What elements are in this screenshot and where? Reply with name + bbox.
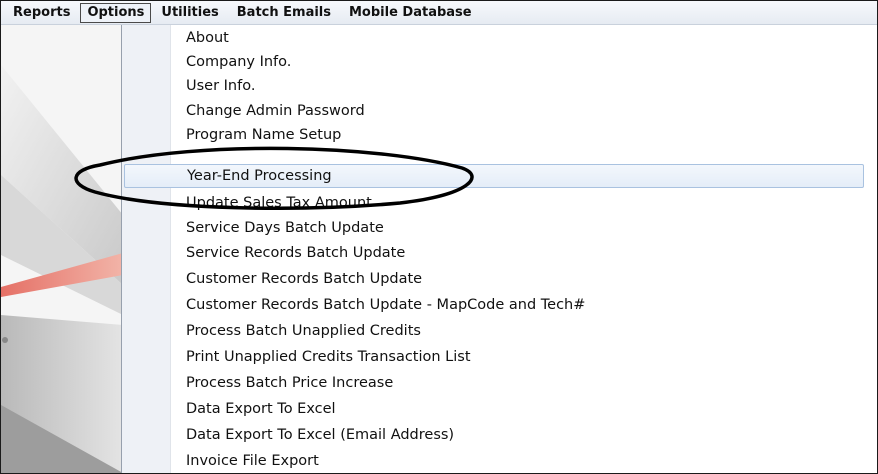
menu-item-user-info[interactable]: User Info. — [124, 74, 864, 98]
menu-utilities[interactable]: Utilities — [153, 3, 226, 23]
menu-item-invoice-file-export[interactable]: Invoice File Export — [124, 449, 864, 473]
menu-item-service-days-batch-update[interactable]: Service Days Batch Update — [124, 216, 864, 240]
menu-item-program-name-setup[interactable]: Program Name Setup — [124, 123, 864, 147]
menu-item-process-batch-unapplied-credits[interactable]: Process Batch Unapplied Credits — [124, 319, 864, 343]
options-dropdown-menu: About Company Info. User Info. Change Ad… — [121, 25, 877, 473]
menu-item-customer-records-mapcode-tech[interactable]: Customer Records Batch Update - MapCode … — [124, 293, 864, 317]
menu-options[interactable]: Options — [80, 2, 152, 23]
menu-item-change-admin-password[interactable]: Change Admin Password — [124, 99, 864, 123]
background-artwork — [1, 25, 123, 473]
menu-item-data-export-to-excel-email[interactable]: Data Export To Excel (Email Address) — [124, 423, 864, 447]
menu-item-data-export-to-excel[interactable]: Data Export To Excel — [124, 397, 864, 421]
background-graphic — [1, 25, 123, 473]
menu-batch-emails[interactable]: Batch Emails — [229, 3, 339, 23]
menu-item-company-info[interactable]: Company Info. — [124, 50, 864, 74]
menu-item-update-sales-tax-amount[interactable]: Update Sales Tax Amount — [124, 189, 864, 211]
menu-item-about[interactable]: About — [124, 26, 864, 50]
menu-reports[interactable]: Reports — [5, 3, 78, 23]
menu-item-service-records-batch-update[interactable]: Service Records Batch Update — [124, 241, 864, 265]
menu-item-customer-records-batch-update[interactable]: Customer Records Batch Update — [124, 267, 864, 291]
app-window: Reports Options Utilities Batch Emails M… — [0, 0, 878, 474]
menu-item-print-unapplied-credits-list[interactable]: Print Unapplied Credits Transaction List — [124, 345, 864, 369]
menu-mobile-database[interactable]: Mobile Database — [341, 3, 480, 23]
menu-bar: Reports Options Utilities Batch Emails M… — [1, 1, 877, 25]
menu-item-year-end-processing[interactable]: Year-End Processing — [124, 164, 864, 188]
menu-item-process-batch-price-increase[interactable]: Process Batch Price Increase — [124, 371, 864, 395]
